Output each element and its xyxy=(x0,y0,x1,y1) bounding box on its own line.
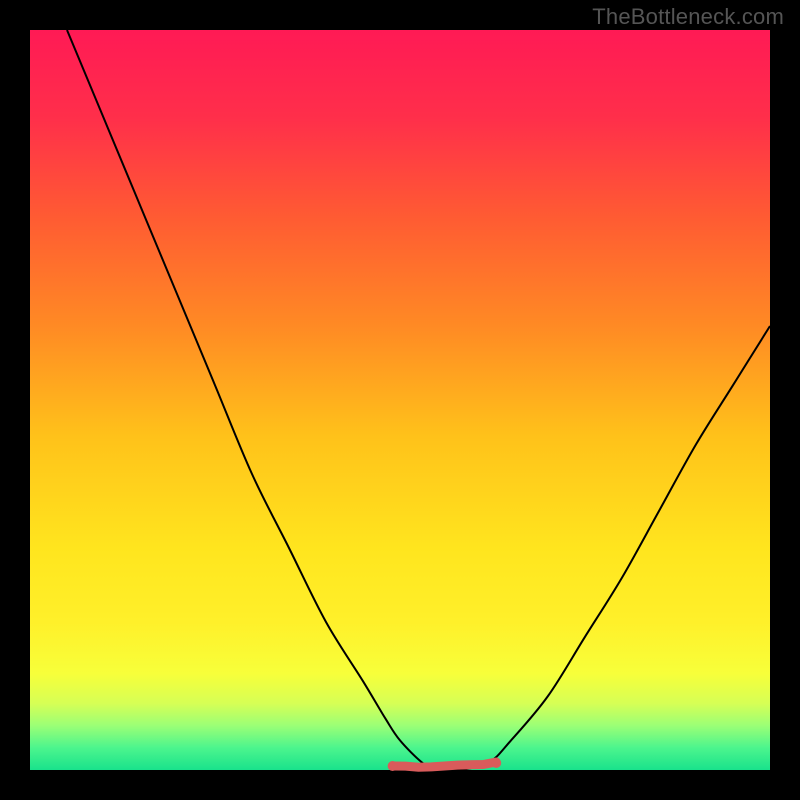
chart-container: TheBottleneck.com xyxy=(0,0,800,800)
watermark-label: TheBottleneck.com xyxy=(592,4,784,30)
bottleneck-chart xyxy=(0,0,800,800)
highlight-dot-left xyxy=(388,761,398,771)
highlight-segment xyxy=(393,762,497,767)
highlight-dot-right xyxy=(491,758,501,768)
plot-background xyxy=(30,30,770,770)
